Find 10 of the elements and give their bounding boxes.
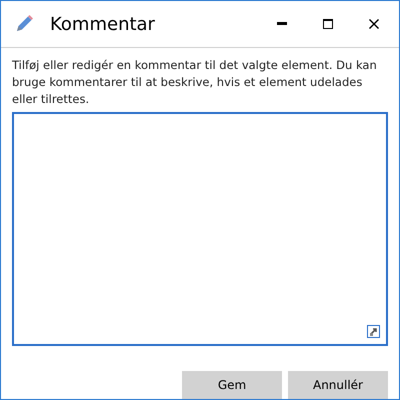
- maximize-icon: [323, 19, 333, 29]
- comment-field[interactable]: [12, 112, 388, 346]
- dialog-button[interactable]: Gem: [182, 371, 282, 399]
- dialog-button[interactable]: Annullér: [288, 371, 388, 399]
- minimize-icon: [277, 22, 287, 26]
- description-text: Tilføj eller redigér en kommentar til det valgte element. Du kan bruge kommentarer til at beskrive, hvis et element udelades eller tilrettes.: [12, 57, 378, 108]
- close-icon: [369, 19, 379, 29]
- window-title: Kommentar: [50, 12, 155, 36]
- expand-icon[interactable]: [367, 325, 380, 338]
- pencil-icon: [14, 14, 34, 34]
